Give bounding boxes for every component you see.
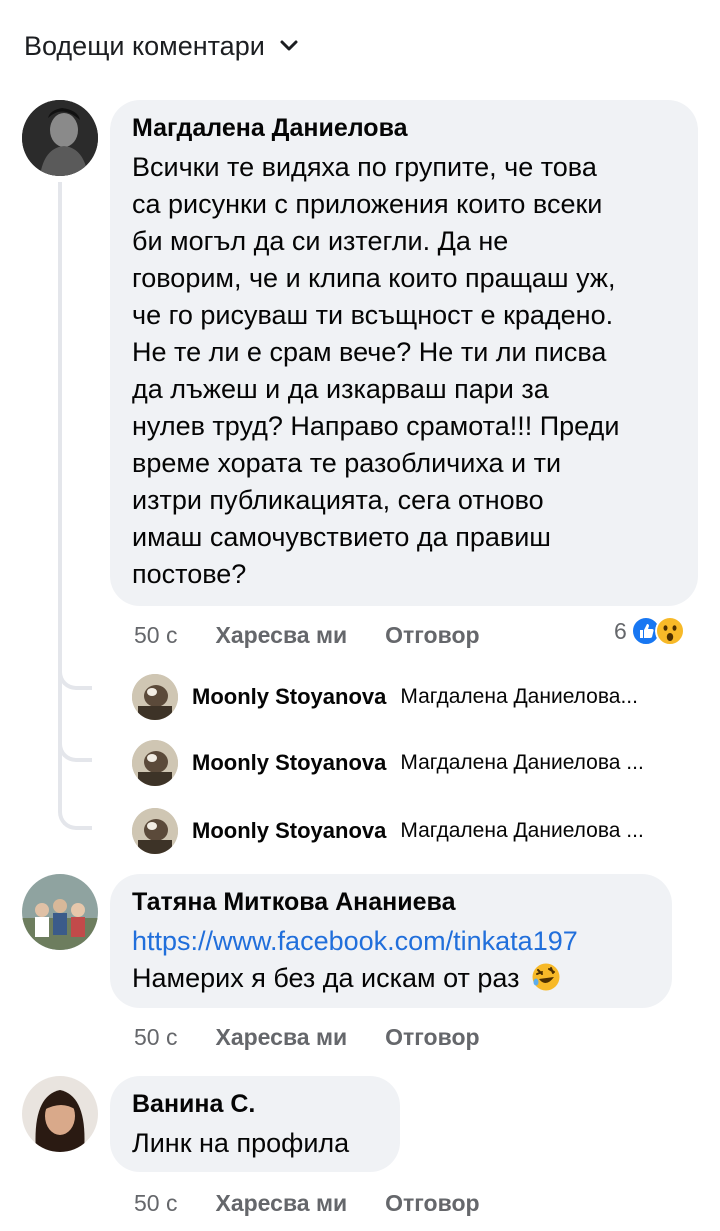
reply-button[interactable]: Отговор — [385, 622, 479, 649]
reply-item[interactable]: Moonly Stoyanova Магдалена Даниелова ... — [132, 808, 644, 854]
reply-preview: Магдалена Даниелова ... — [400, 751, 644, 774]
thread-connector — [58, 668, 92, 690]
profile-link[interactable]: https://www.facebook.com/tinkata197 — [132, 926, 578, 956]
avatar[interactable] — [22, 874, 98, 950]
reply-item[interactable]: Moonly Stoyanova Магдалена Даниелова... — [132, 674, 638, 720]
comment-time[interactable]: 50 с — [134, 1190, 177, 1217]
comment-line: Всички те видяха по групите, че това — [132, 152, 597, 182]
comment-actions: 50 с Харесва ми Отговор — [134, 1022, 518, 1052]
comment-link-line: https://www.facebook.com/tinkata197 — [132, 923, 650, 960]
comment-line: имаш самочувствието да правиш — [132, 522, 551, 552]
avatar[interactable] — [22, 1076, 98, 1152]
reply-author: Moonly Stoyanova — [192, 684, 387, 709]
reaction-summary[interactable]: 6 — [614, 616, 685, 646]
avatar — [132, 808, 178, 854]
comment-time[interactable]: 50 с — [134, 622, 177, 649]
reply-button[interactable]: Отговор — [385, 1190, 479, 1217]
like-button[interactable]: Харесва ми — [215, 1190, 347, 1217]
comment-line: че го рисуваш ти всъщност е крадено. — [132, 300, 614, 330]
comment-bubble: Магдалена Даниелова Всички те видяха по … — [110, 100, 698, 606]
comment-bubble: Ванина С. Линк на профила — [110, 1076, 400, 1172]
reply-preview: Магдалена Даниелова ... — [400, 819, 644, 842]
profile-photo — [22, 100, 98, 176]
profile-photo — [22, 1076, 98, 1152]
avatar — [132, 740, 178, 786]
comment-text: Линк на профила — [132, 1128, 350, 1158]
like-button[interactable]: Харесва ми — [215, 1024, 347, 1051]
chevron-down-icon — [280, 40, 298, 51]
avatar[interactable] — [22, 100, 98, 176]
reply-author: Moonly Stoyanova — [192, 818, 387, 843]
reply-item[interactable]: Moonly Stoyanova Магдалена Даниелова ... — [132, 740, 644, 786]
comment-actions: 50 с Харесва ми Отговор — [134, 1188, 518, 1218]
comment-line: Не те ли е срам вече? Не ти ли писва — [132, 337, 607, 367]
comment-actions: 50 с Харесва ми Отговор — [134, 620, 518, 650]
comment-author[interactable]: Татяна Миткова Ананиева — [132, 888, 650, 917]
comment-text: Намерих я без да искам от раз — [132, 963, 520, 993]
thread-connector — [58, 808, 92, 830]
comment-line: време хората те разобличиха и ти — [132, 448, 562, 478]
reply-author: Moonly Stoyanova — [192, 750, 387, 775]
comment-time[interactable]: 50 с — [134, 1024, 177, 1051]
thread-connector — [58, 740, 92, 762]
comment-bubble: Татяна Миткова Ананиева https://www.face… — [110, 874, 672, 1008]
comment-line: да лъжеш и да изкарваш пари за — [132, 374, 549, 404]
sort-label: Водещи коментари — [24, 30, 265, 61]
comment-line: би могъл да си изтегли. Да не — [132, 226, 509, 256]
comment-line: нулев труд? Направо срамота!!! Преди — [132, 411, 620, 441]
reply-preview: Магдалена Даниелова... — [400, 685, 638, 708]
comment-author[interactable]: Магдалена Даниелова — [132, 114, 676, 143]
comment-line: говорим, че и клипа които пращаш уж, — [132, 263, 616, 293]
comment-author[interactable]: Ванина С. — [132, 1090, 378, 1119]
avatar — [132, 674, 178, 720]
comment-line: са рисунки с приложения които всеки — [132, 189, 603, 219]
profile-photo — [22, 874, 98, 950]
reply-button[interactable]: Отговор — [385, 1024, 479, 1051]
thread-line — [58, 182, 62, 812]
comment-line: постове? — [132, 559, 247, 589]
reaction-count: 6 — [614, 617, 627, 644]
wow-icon — [654, 616, 685, 646]
comment-sort-dropdown[interactable]: Водещи коментари — [24, 28, 299, 64]
comment-line: изтри публикацията, сега отново — [132, 485, 544, 515]
like-button[interactable]: Харесва ми — [215, 622, 347, 649]
comment-text-line: Намерих я без да искам от раз — [132, 960, 650, 997]
rolling-laughing-icon — [532, 963, 560, 991]
